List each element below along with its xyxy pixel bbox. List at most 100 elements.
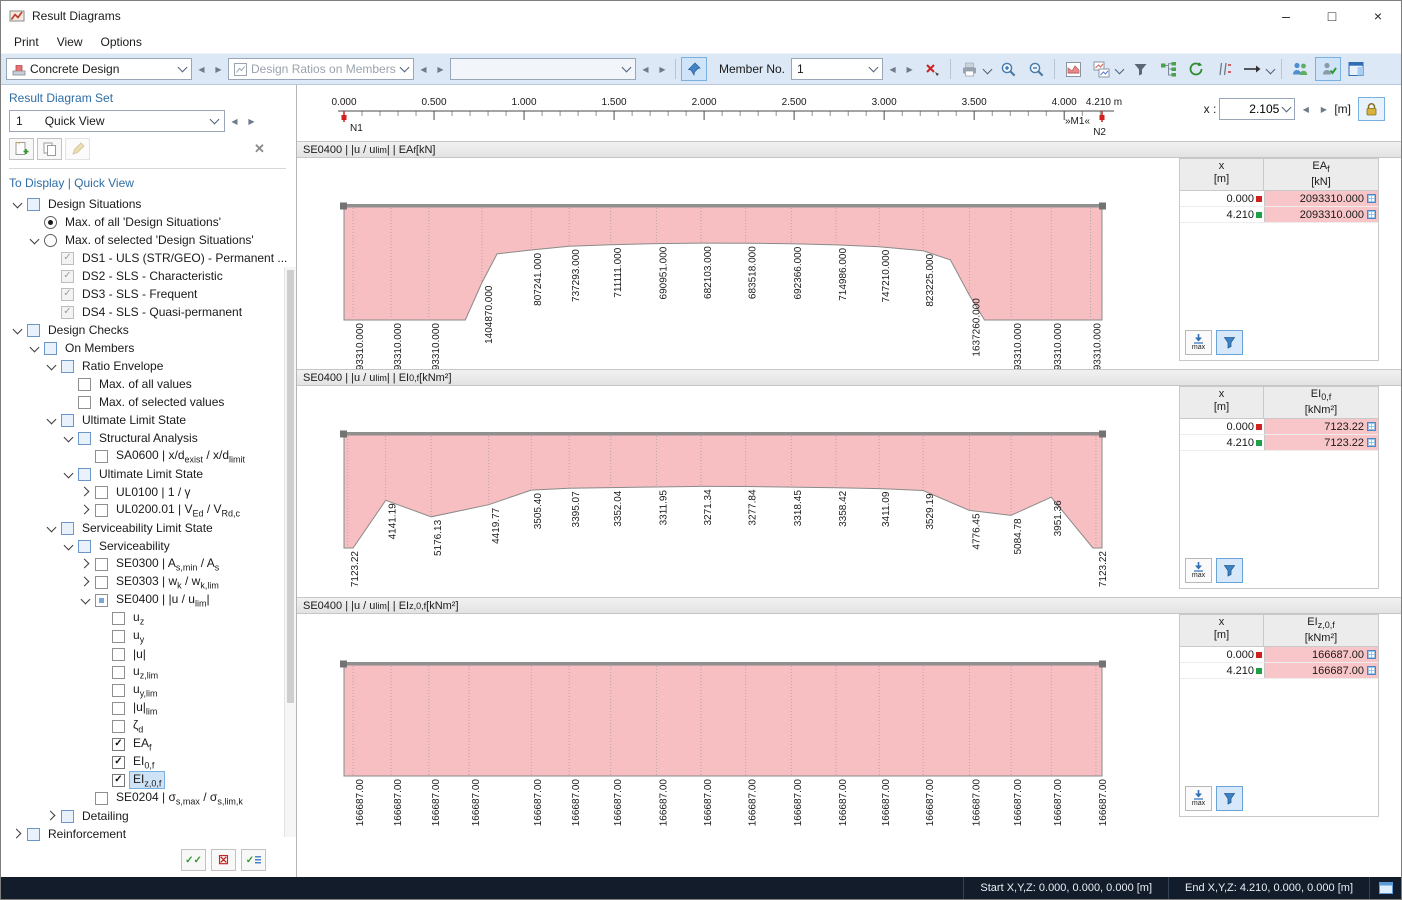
tree-item[interactable]: ✓DS2 - SLS - Characteristic — [9, 267, 282, 285]
tree-checkbox[interactable]: ✓ — [112, 756, 125, 769]
extremes-filter-button[interactable] — [1216, 330, 1243, 355]
rename-set-button[interactable] — [65, 138, 90, 160]
tree-item[interactable]: Design Checks — [9, 321, 282, 339]
menu-print[interactable]: Print — [5, 31, 48, 53]
tree-item[interactable]: SE0303 | wk / wk,lim — [9, 573, 282, 591]
extremes-filter-button[interactable] — [1216, 786, 1243, 811]
tree-item[interactable]: Design Situations — [9, 195, 282, 213]
tree-expander-icon[interactable] — [62, 431, 76, 445]
next-member-button[interactable]: ▶ — [902, 59, 917, 79]
tree-expander-icon[interactable] — [45, 809, 59, 823]
tree-item[interactable]: Structural Analysis — [9, 429, 282, 447]
tree-expander-icon[interactable] — [62, 467, 76, 481]
tree-checkbox[interactable] — [61, 414, 74, 427]
tree-checkbox[interactable]: ✓ — [61, 288, 74, 301]
selection-filter-button[interactable]: ✓ — [241, 849, 266, 871]
lock-button[interactable] — [1358, 97, 1385, 121]
tree-item[interactable]: uz — [9, 609, 282, 627]
extremes-filter-button[interactable] — [1216, 558, 1243, 583]
tree-checkbox[interactable] — [78, 432, 91, 445]
menu-view[interactable]: View — [48, 31, 92, 53]
tree-checkbox[interactable] — [112, 666, 125, 679]
tree-view-button[interactable] — [1155, 57, 1181, 81]
tree-checkbox[interactable] — [112, 702, 125, 715]
tree-checkbox[interactable] — [27, 324, 40, 337]
tree-item[interactable]: Serviceability — [9, 537, 282, 555]
grid-icon[interactable] — [1367, 666, 1376, 675]
tree-expander-icon[interactable] — [28, 233, 42, 247]
tree-item[interactable]: Max. of selected values — [9, 393, 282, 411]
tree-checkbox[interactable] — [27, 198, 40, 211]
prev-set-button[interactable]: ◀ — [227, 111, 242, 131]
tree-item[interactable]: SE0204 | σs,max / σs,lim,k — [9, 789, 282, 807]
tree-item[interactable]: uy,lim — [9, 681, 282, 699]
tree-item[interactable]: Max. of all values — [9, 375, 282, 393]
tree-item[interactable]: Max. of selected 'Design Situations' — [9, 231, 282, 249]
smoothing-ranges-button[interactable] — [1211, 57, 1237, 81]
menu-options[interactable]: Options — [91, 31, 150, 53]
design-case-combobox[interactable]: Concrete Design — [6, 58, 192, 80]
tree-checkbox[interactable] — [61, 360, 74, 373]
tree-checkbox[interactable] — [95, 486, 108, 499]
zoom-out-button[interactable] — [1023, 57, 1049, 81]
tree-item[interactable]: Serviceability Limit State — [9, 519, 282, 537]
next-result-type-button[interactable]: ▶ — [433, 59, 448, 79]
tree-checkbox[interactable] — [95, 792, 108, 805]
tree-item[interactable]: |u| — [9, 645, 282, 663]
result-diagram-set-combobox[interactable]: 1 Quick View — [9, 110, 225, 132]
tree-item[interactable]: UL0100 | 1 / γ — [9, 483, 282, 501]
tree-item[interactable]: SA0600 | x/dexist / x/dlimit — [9, 447, 282, 465]
x-prev-button[interactable]: ◀ — [1298, 99, 1313, 119]
tree-item[interactable]: uy — [9, 627, 282, 645]
tree-checkbox[interactable] — [95, 504, 108, 517]
tree-checkbox[interactable]: ✓ — [61, 306, 74, 319]
grid-icon[interactable] — [1367, 194, 1376, 203]
tree-checkbox[interactable]: ✓ — [112, 738, 125, 751]
tree-checkbox[interactable]: ✓ — [61, 270, 74, 283]
single-diagram-button[interactable] — [1060, 57, 1086, 81]
tree-item[interactable]: ✓EIz,0,f — [9, 771, 282, 789]
prev-design-case-button[interactable]: ◀ — [194, 59, 209, 79]
next-design-case-button[interactable]: ▶ — [211, 59, 226, 79]
line-style-button[interactable] — [1239, 57, 1265, 81]
close-button[interactable]: × — [1355, 1, 1401, 31]
x-next-button[interactable]: ▶ — [1316, 99, 1331, 119]
tree-item[interactable]: On Members — [9, 339, 282, 357]
remove-member-button[interactable] — [919, 57, 945, 81]
tree-expander-icon[interactable] — [79, 485, 93, 499]
tree-checkbox[interactable] — [61, 810, 74, 823]
tree-expander-icon[interactable] — [79, 503, 93, 517]
select-objects-button[interactable] — [1315, 57, 1341, 81]
prev-result-subtype-button[interactable]: ◀ — [638, 59, 653, 79]
grid-icon[interactable] — [1367, 422, 1376, 431]
tree-checkbox[interactable] — [95, 558, 108, 571]
tree-item[interactable]: Detailing — [9, 807, 282, 825]
uncheck-all-button[interactable]: ☒ — [211, 849, 236, 871]
diagram-menu-chevron-icon[interactable] — [1115, 64, 1125, 74]
tree-expander-icon[interactable] — [79, 593, 93, 607]
delete-set-button[interactable]: ✕ — [247, 138, 272, 160]
new-set-button[interactable] — [9, 138, 34, 160]
sidebar-scrollbar[interactable] — [284, 267, 296, 837]
tree-item[interactable]: ✓EI0,f — [9, 753, 282, 771]
tree-checkbox[interactable] — [44, 342, 57, 355]
tree-expander-icon[interactable] — [11, 323, 25, 337]
tree-expander-icon[interactable] — [45, 521, 59, 535]
zoom-in-button[interactable] — [995, 57, 1021, 81]
tree-expander-icon[interactable] — [79, 575, 93, 589]
tree-item[interactable]: |u|lim — [9, 699, 282, 717]
tree-checkbox[interactable] — [61, 522, 74, 535]
maximize-button[interactable]: □ — [1309, 1, 1355, 31]
result-subtype-combobox[interactable] — [450, 58, 636, 80]
tree-expander-icon[interactable] — [11, 197, 25, 211]
jump-to-max-button[interactable]: max — [1185, 786, 1212, 811]
prev-result-type-button[interactable]: ◀ — [416, 59, 431, 79]
jump-to-max-button[interactable]: max — [1185, 558, 1212, 583]
grid-icon[interactable] — [1367, 210, 1376, 219]
control-panel-button[interactable] — [1343, 57, 1369, 81]
tree-item[interactable]: SE0400 | |u / ulim| — [9, 591, 282, 609]
multi-diagram-button[interactable] — [1088, 57, 1114, 81]
next-result-subtype-button[interactable]: ▶ — [655, 59, 670, 79]
tree-checkbox[interactable] — [95, 576, 108, 589]
tree-item[interactable]: ✓EAf — [9, 735, 282, 753]
